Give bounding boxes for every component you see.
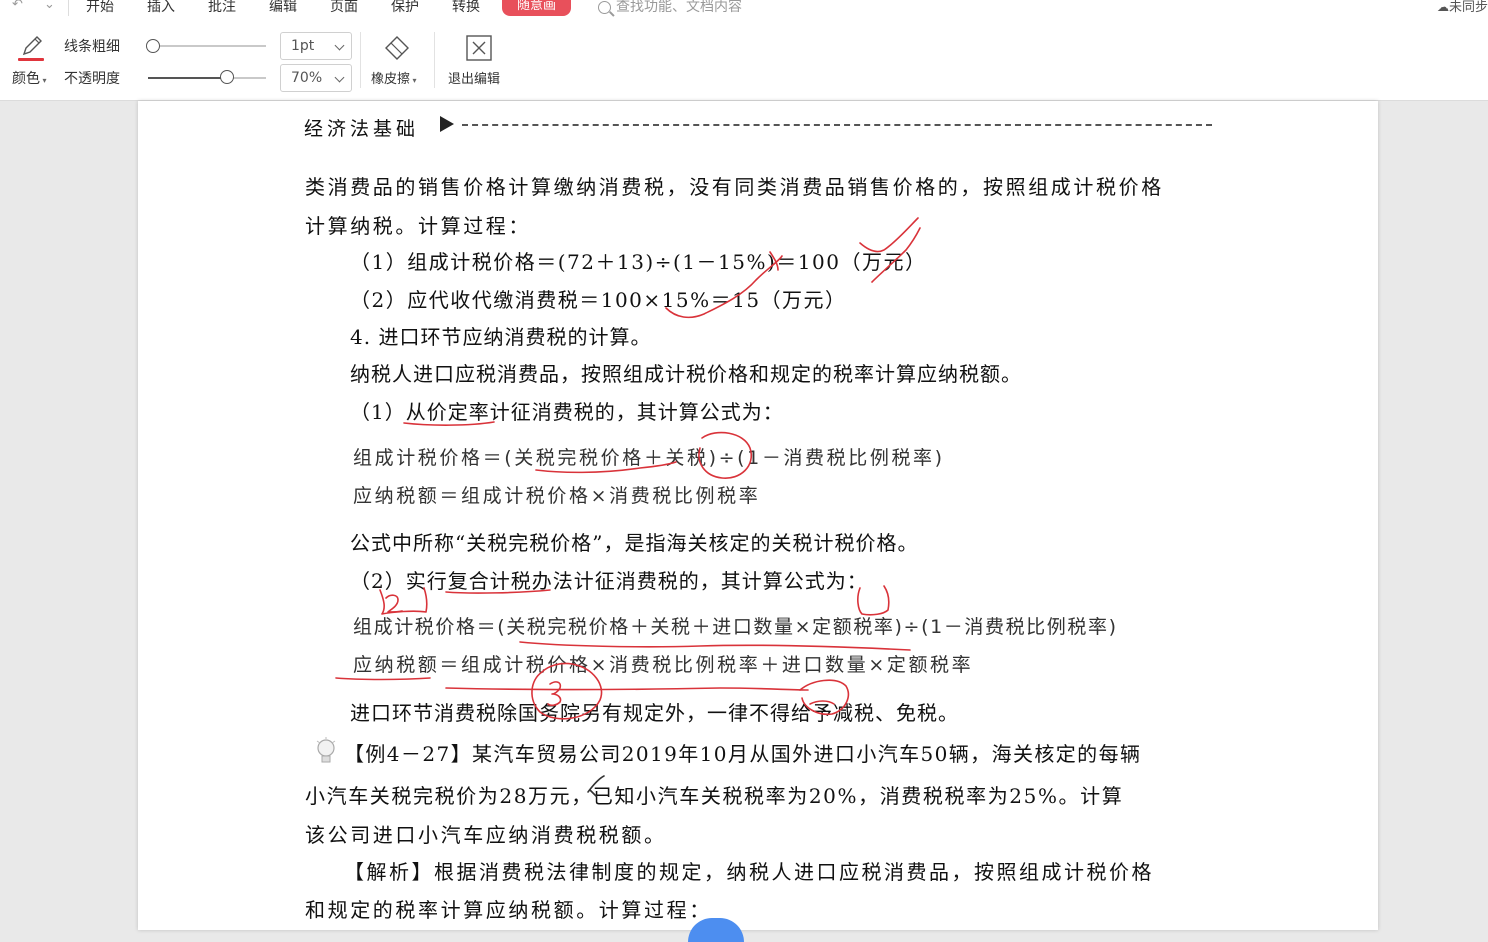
tab-page[interactable]: 页面 bbox=[330, 0, 358, 16]
cloud-icon: ☁ bbox=[1436, 0, 1449, 14]
header-arrow-icon bbox=[440, 116, 454, 132]
analysis-line: 【解析】根据消费税法律制度的规定，纳税人进口应税消费品，按照组成计税价格 bbox=[344, 860, 1154, 884]
tab-insert[interactable]: 插入 bbox=[147, 0, 175, 16]
body-text-line: 公式中所称“关税完税价格”，是指海关核定的关税计税价格。 bbox=[350, 531, 919, 555]
tab-convert[interactable]: 转换 bbox=[452, 0, 480, 16]
opacity-select[interactable]: 70% bbox=[280, 64, 352, 92]
formula-line: 组成计税价格＝(关税完税价格＋关税＋进口数量×定额税率)÷(1－消费税比例税率) bbox=[353, 616, 1118, 638]
body-text-line: （2）实行复合计税办法计征消费税的，其计算公式为： bbox=[350, 569, 868, 593]
formula-line: 应纳税额＝组成计税价格×消费税比例税率＋进口数量×定额税率 bbox=[353, 654, 974, 676]
eraser-icon[interactable] bbox=[382, 32, 412, 62]
search-icon bbox=[598, 0, 611, 14]
ribbon-toolbar: ↶ ⌄ 开始 插入 批注 编辑 页面 保护 转换 随意画 查找功能、文档内容 ☁… bbox=[0, 0, 1488, 101]
line-width-slider[interactable] bbox=[150, 45, 266, 47]
example-line: 【例4－27】某汽车贸易公司2019年10月从国外进口小汽车50辆，海关核定的每… bbox=[344, 742, 1142, 766]
toolbar-divider bbox=[434, 32, 435, 88]
opacity-value: 70% bbox=[291, 70, 323, 86]
sync-status[interactable]: ☁未同步 bbox=[1437, 0, 1488, 15]
undo-icon[interactable]: ↶ bbox=[12, 0, 23, 12]
body-text-line: （2）应代收代缴消费税＝100×15%＝15（万元） bbox=[350, 288, 847, 312]
sync-status-label: 未同步 bbox=[1448, 0, 1488, 15]
eraser-label: 橡皮擦 bbox=[371, 72, 411, 87]
opacity-slider-knob[interactable] bbox=[220, 70, 234, 84]
body-text-line: 计算纳税。计算过程： bbox=[305, 214, 531, 238]
tab-freehand-draw[interactable]: 随意画 bbox=[502, 0, 571, 16]
formula-line: 应纳税额＝组成计税价格×消费税比例税率 bbox=[353, 485, 761, 507]
color-indicator bbox=[18, 58, 44, 61]
eraser-button[interactable]: 橡皮擦 ▾ bbox=[371, 68, 417, 87]
color-label: 颜色 bbox=[12, 71, 40, 87]
page-header-title: 经济法基础 bbox=[304, 118, 420, 140]
body-text-line: 纳税人进口应税消费品，按照组成计税价格和规定的税率计算应纳税额。 bbox=[350, 362, 1022, 386]
tab-protect[interactable]: 保护 bbox=[391, 0, 419, 16]
tab-start[interactable]: 开始 bbox=[86, 0, 114, 16]
tab-comment[interactable]: 批注 bbox=[208, 0, 236, 16]
body-text-line: （1）从价定率计征消费税的，其计算公式为： bbox=[350, 400, 784, 424]
section-heading: 4. 进口环节应纳消费税的计算。 bbox=[350, 325, 652, 349]
pen-icon[interactable] bbox=[18, 32, 46, 60]
line-width-slider-knob[interactable] bbox=[146, 39, 160, 53]
search-placeholder: 查找功能、文档内容 bbox=[616, 0, 742, 15]
toolbar-divider bbox=[360, 32, 361, 88]
menu-bar: ↶ ⌄ 开始 插入 批注 编辑 页面 保护 转换 随意画 查找功能、文档内容 ☁… bbox=[0, 0, 1488, 18]
example-line: 小汽车关税完税价为28万元，已知小汽车关税税率为20%，消费税税率为25%。计算 bbox=[305, 784, 1124, 808]
line-width-value: 1pt bbox=[291, 38, 315, 54]
formula-line: 组成计税价格＝(关税完税价格＋关税)÷(1－消费税比例税率) bbox=[353, 447, 945, 469]
exit-edit-button[interactable]: 退出编辑 bbox=[448, 68, 500, 87]
quick-access-dropdown-icon[interactable]: ⌄ bbox=[44, 0, 55, 12]
lightbulb-icon bbox=[316, 737, 336, 763]
line-width-select[interactable]: 1pt bbox=[280, 32, 352, 60]
opacity-slider[interactable] bbox=[148, 77, 266, 79]
header-divider bbox=[462, 124, 1212, 126]
body-text-line: 进口环节消费税除国务院另有规定外，一律不得给予减税、免税。 bbox=[350, 701, 959, 725]
body-text-line: （1）组成计税价格＝(72＋13)÷(1－15%)＝100（万元） bbox=[350, 250, 927, 274]
opacity-label: 不透明度 bbox=[64, 71, 120, 87]
analysis-line: 和规定的税率计算应纳税额。计算过程： bbox=[305, 898, 712, 922]
chevron-down-icon bbox=[334, 40, 345, 51]
close-icon[interactable] bbox=[465, 34, 493, 62]
caret-down-icon: ▾ bbox=[410, 76, 417, 85]
tab-edit[interactable]: 编辑 bbox=[269, 0, 297, 16]
example-line: 该公司进口小汽车应纳消费税税额。 bbox=[305, 823, 667, 847]
body-text-line: 类消费品的销售价格计算缴纳消费税，没有同类消费品销售价格的，按照组成计税价格 bbox=[305, 175, 1164, 199]
chevron-down-icon bbox=[334, 72, 345, 83]
search-input[interactable]: 查找功能、文档内容 bbox=[598, 0, 742, 16]
color-button[interactable]: 颜色 ▾ bbox=[12, 68, 47, 88]
menu-divider bbox=[68, 0, 69, 16]
line-width-label: 线条粗细 bbox=[64, 39, 120, 55]
caret-down-icon: ▾ bbox=[40, 76, 47, 85]
